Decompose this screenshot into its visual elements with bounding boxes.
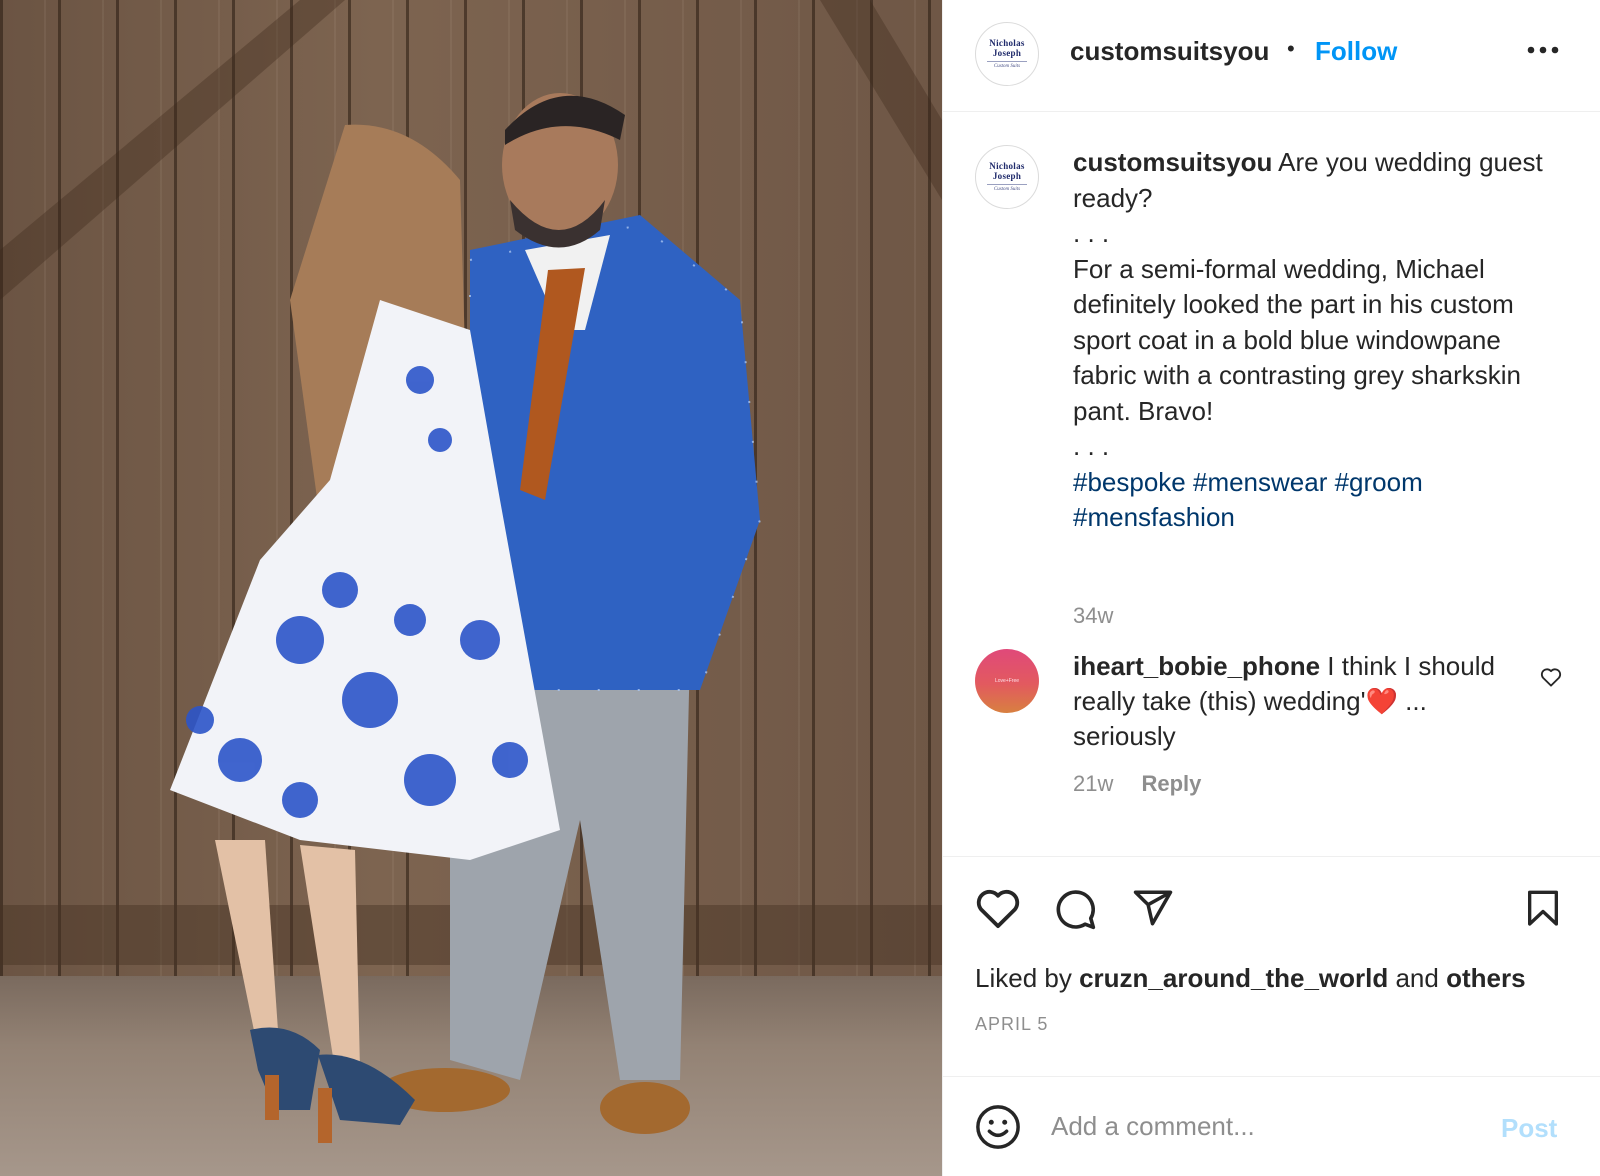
likes-others[interactable]: others bbox=[1446, 963, 1525, 993]
add-comment-bar: Post bbox=[943, 1076, 1600, 1176]
share-icon[interactable] bbox=[1131, 887, 1175, 934]
post-header: Nicholas Joseph Custom Suits customsuits… bbox=[943, 0, 1600, 112]
caption-body: For a semi-formal wedding, Michael defin… bbox=[1073, 253, 1521, 426]
logo-line2: Joseph bbox=[992, 48, 1022, 58]
commenter-username[interactable]: iheart_bobie_phone bbox=[1073, 651, 1320, 681]
emoji-icon[interactable] bbox=[975, 1104, 1021, 1155]
heart-icon[interactable] bbox=[975, 887, 1021, 934]
caption-author-avatar[interactable]: Nicholas Joseph Custom Suits bbox=[975, 145, 1039, 209]
author-avatar[interactable]: Nicholas Joseph Custom Suits bbox=[975, 22, 1039, 86]
logo-line3: Custom Suits bbox=[993, 64, 1021, 69]
caption-dots: . . . bbox=[1073, 218, 1110, 248]
follow-button[interactable]: Follow bbox=[1315, 36, 1397, 67]
likes-summary: Liked by cruzn_around_the_world and othe… bbox=[975, 963, 1526, 994]
comment-text: iheart_bobie_phone I think I should real… bbox=[1073, 649, 1533, 754]
logo-line1: Nicholas bbox=[989, 161, 1025, 171]
more-icon[interactable] bbox=[1523, 30, 1563, 70]
post-photo[interactable] bbox=[0, 0, 942, 1176]
post-comment-button[interactable]: Post bbox=[1501, 1113, 1557, 1144]
photo-illustration bbox=[0, 0, 942, 1143]
logo-line3: Custom Suits bbox=[993, 187, 1021, 192]
post-date[interactable]: APRIL 5 bbox=[975, 1014, 1048, 1035]
logo-line2: Joseph bbox=[992, 171, 1022, 181]
commenter-avatar[interactable]: Love+Free bbox=[975, 649, 1039, 713]
likes-and: and bbox=[1395, 963, 1439, 993]
instagram-post: Nicholas Joseph Custom Suits customsuits… bbox=[0, 0, 1600, 1176]
reply-button[interactable]: Reply bbox=[1141, 771, 1201, 796]
caption-dots: . . . bbox=[1073, 431, 1110, 461]
liker-username[interactable]: cruzn_around_the_world bbox=[1079, 963, 1388, 993]
author-username[interactable]: customsuitsyou bbox=[1070, 36, 1269, 67]
heart-emoji: ❤️ bbox=[1365, 686, 1398, 716]
comment-icon[interactable] bbox=[1053, 887, 1097, 936]
post-actions: Liked by cruzn_around_the_world and othe… bbox=[943, 856, 1600, 1076]
comments-area[interactable]: Nicholas Joseph Custom Suits customsuits… bbox=[943, 113, 1600, 855]
logo-divider bbox=[987, 184, 1027, 185]
caption-timestamp[interactable]: 34w bbox=[1073, 603, 1113, 629]
comment-meta: 21w Reply bbox=[1073, 771, 1201, 797]
comment-input[interactable] bbox=[1051, 1099, 1471, 1153]
logo-line1: Nicholas bbox=[989, 38, 1025, 48]
header-separator: • bbox=[1287, 36, 1295, 61]
commenter-avatar-text: Love+Free bbox=[994, 678, 1020, 684]
comment-like-icon[interactable] bbox=[1540, 667, 1562, 692]
caption-text: customsuitsyou Are you wedding guest rea… bbox=[1073, 145, 1553, 536]
caption-username[interactable]: customsuitsyou bbox=[1073, 147, 1272, 177]
logo-divider bbox=[987, 61, 1027, 62]
comment-timestamp[interactable]: 21w bbox=[1073, 771, 1113, 796]
bookmark-icon[interactable] bbox=[1523, 887, 1563, 936]
likes-prefix: Liked by bbox=[975, 963, 1072, 993]
caption-hashtags[interactable]: #bespoke #menswear #groom #mensfashion bbox=[1073, 467, 1423, 533]
post-side-panel: Nicholas Joseph Custom Suits customsuits… bbox=[942, 0, 1600, 1176]
